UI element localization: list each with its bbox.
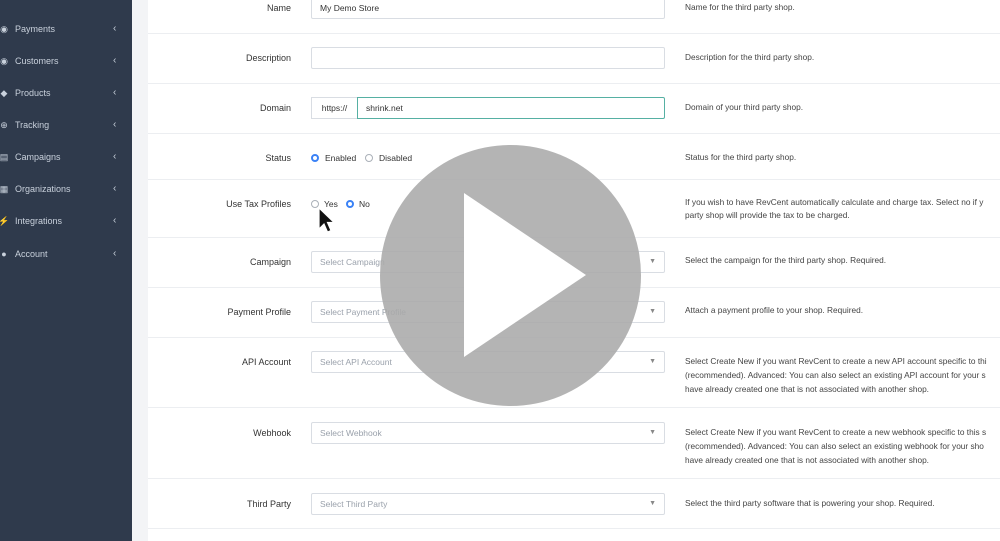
sidebar-item-label: Integrations xyxy=(15,216,63,226)
mouse-cursor-icon xyxy=(318,207,336,233)
tag-icon: ◆ xyxy=(0,88,8,98)
sidebar-item-label: Account xyxy=(15,249,48,259)
map-icon: ▤ xyxy=(0,152,9,162)
row-divider xyxy=(148,133,1000,134)
caret-down-icon: ▼ xyxy=(649,358,656,365)
sidebar-item-label: Tracking xyxy=(15,120,50,130)
caret-down-icon: ▼ xyxy=(649,308,656,315)
chevron-left-icon: ‹ xyxy=(113,248,117,259)
webhook-help-line2: (recommended). Advanced: You can also se… xyxy=(685,441,984,451)
payment-profile-help: Attach a payment profile to your shop. R… xyxy=(685,305,864,315)
description-label: Description xyxy=(245,53,291,63)
payment-profile-label: Payment Profile xyxy=(227,307,291,317)
campaign-placeholder: Select Campaign xyxy=(320,257,385,267)
status-enabled-label: Enabled xyxy=(325,153,357,163)
chevron-left-icon: ‹ xyxy=(113,119,117,130)
status-enabled-radio[interactable] xyxy=(311,154,319,162)
status-disabled-radio[interactable] xyxy=(365,154,373,162)
sidebar-item-payments[interactable]: ◉ Payments ‹ xyxy=(0,19,132,39)
sidebar-item-label: Customers xyxy=(15,56,59,66)
third-party-label: Third Party xyxy=(246,499,291,509)
caret-down-icon: ▼ xyxy=(649,429,656,436)
tax-help-line1: If you wish to have RevCent automaticall… xyxy=(685,197,984,207)
third-party-select[interactable]: Select Third Party ▼ xyxy=(311,493,665,515)
row-divider xyxy=(148,407,1000,408)
sidebar-item-label: Products xyxy=(15,88,51,98)
description-help: Description for the third party shop. xyxy=(685,52,815,62)
campaign-help: Select the campaign for the third party … xyxy=(685,255,887,265)
status-label: Status xyxy=(265,153,291,163)
domain-prefix: https:// xyxy=(311,97,357,119)
name-label: Name xyxy=(266,3,291,13)
status-help: Status for the third party shop. xyxy=(685,152,797,162)
webhook-help-line3: have already created one that is not ass… xyxy=(685,455,929,465)
caret-down-icon: ▼ xyxy=(649,500,656,507)
caret-down-icon: ▼ xyxy=(649,258,656,265)
row-divider xyxy=(148,83,1000,84)
sidebar-item-campaigns[interactable]: ▤ Campaigns ‹ xyxy=(0,147,132,167)
sidebar-item-organizations[interactable]: ▦ Organizations ‹ xyxy=(0,179,132,199)
building-icon: ▦ xyxy=(0,184,9,194)
webhook-select[interactable]: Select Webhook ▼ xyxy=(311,422,665,444)
webhook-help-line1: Select Create New if you want RevCent to… xyxy=(685,427,987,437)
webhook-label: Webhook xyxy=(253,428,291,438)
api-account-help-line1: Select Create New if you want RevCent to… xyxy=(685,356,987,366)
row-divider xyxy=(148,478,1000,479)
campaign-label: Campaign xyxy=(249,257,291,267)
chevron-left-icon: ‹ xyxy=(113,151,117,162)
api-account-help-line2: (recommended). Advanced: You can also se… xyxy=(685,370,986,380)
content-gutter xyxy=(132,0,148,541)
crosshair-icon: ⊕ xyxy=(0,120,8,130)
sidebar: ◉ Payments ‹ ◉ Customers ‹ ◆ Products ‹ … xyxy=(0,0,132,541)
api-account-placeholder: Select API Account xyxy=(320,357,392,367)
tax-no-radio[interactable] xyxy=(346,200,354,208)
row-divider xyxy=(148,528,1000,529)
chevron-left-icon: ‹ xyxy=(113,23,117,34)
sidebar-item-label: Payments xyxy=(15,24,56,34)
domain-label: Domain xyxy=(259,103,291,113)
person-icon: ● xyxy=(1,249,7,259)
sidebar-item-tracking[interactable]: ⊕ Tracking ‹ xyxy=(0,115,132,135)
plug-icon: ⚡ xyxy=(0,216,10,226)
chevron-left-icon: ‹ xyxy=(113,183,117,194)
globe-icon: ◉ xyxy=(0,24,8,34)
tax-help-line2: party shop will provide the tax to be ch… xyxy=(685,210,850,220)
status-disabled-label: Disabled xyxy=(379,153,413,163)
sidebar-item-products[interactable]: ◆ Products ‹ xyxy=(0,83,132,103)
play-icon[interactable] xyxy=(464,193,586,357)
tax-label: Use Tax Profiles xyxy=(226,199,291,209)
chevron-left-icon: ‹ xyxy=(113,215,117,226)
name-input[interactable]: My Demo Store xyxy=(311,0,665,19)
sidebar-item-customers[interactable]: ◉ Customers ‹ xyxy=(0,51,132,71)
chevron-left-icon: ‹ xyxy=(113,55,117,66)
row-divider xyxy=(148,33,1000,34)
user-circle-icon: ◉ xyxy=(0,56,8,66)
sidebar-item-account[interactable]: ● Account ‹ xyxy=(0,244,132,264)
chevron-left-icon: ‹ xyxy=(113,87,117,98)
api-account-label: API Account xyxy=(241,357,291,367)
webhook-placeholder: Select Webhook xyxy=(320,428,382,438)
api-account-help-line3: have already created one that is not ass… xyxy=(685,384,929,394)
name-help: Name for the third party shop. xyxy=(685,2,795,12)
domain-input[interactable]: shrink.net xyxy=(357,97,665,119)
domain-help: Domain of your third party shop. xyxy=(685,102,804,112)
third-party-placeholder: Select Third Party xyxy=(320,499,388,509)
tax-no-label: No xyxy=(359,199,370,209)
third-party-help: Select the third party software that is … xyxy=(685,498,935,508)
sidebar-item-label: Campaigns xyxy=(15,152,61,162)
sidebar-item-label: Organizations xyxy=(15,184,71,194)
sidebar-item-integrations[interactable]: ⚡ Integrations ‹ xyxy=(0,211,132,231)
description-input[interactable] xyxy=(311,47,665,69)
